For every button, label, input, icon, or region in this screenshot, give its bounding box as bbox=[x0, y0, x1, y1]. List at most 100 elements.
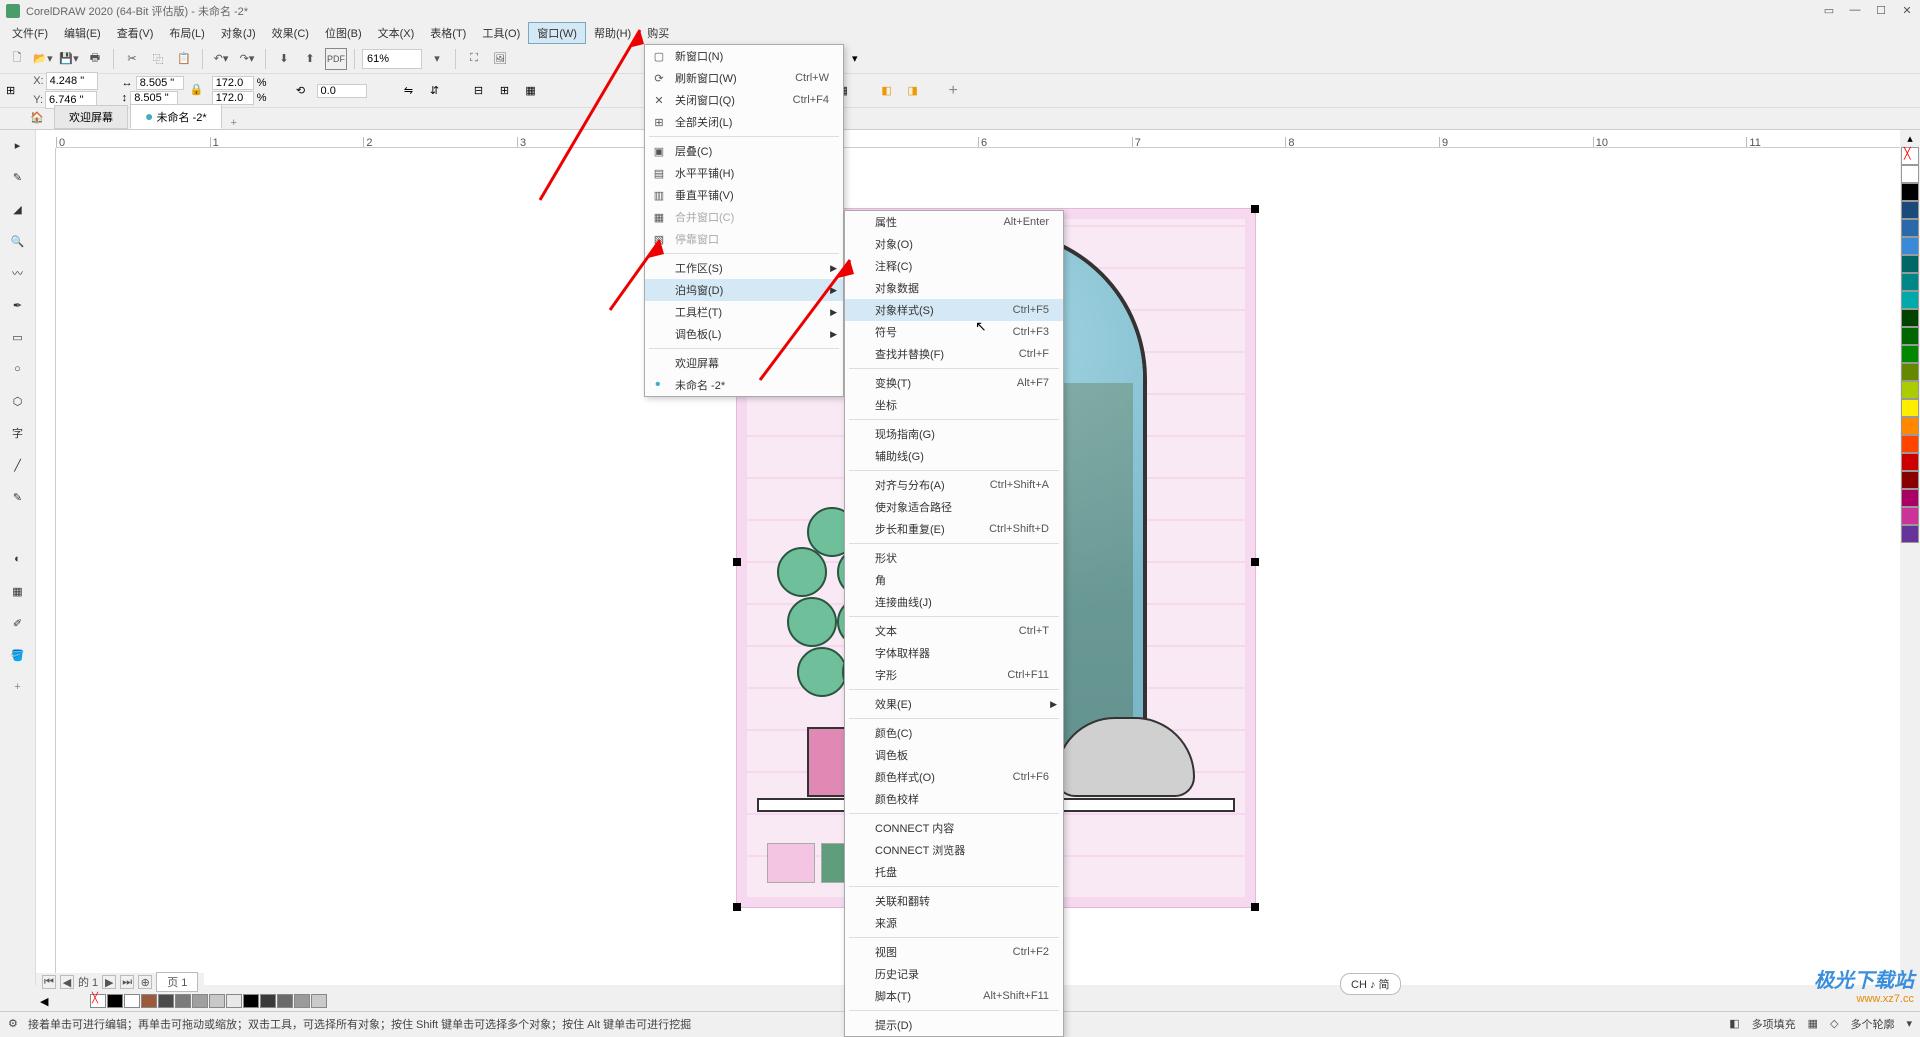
menu-item[interactable]: CONNECT 浏览器 bbox=[845, 839, 1063, 861]
selection-handle[interactable] bbox=[733, 558, 741, 566]
color-swatch[interactable] bbox=[1901, 273, 1919, 291]
menu-item[interactable]: ✕关闭窗口(Q)Ctrl+F4 bbox=[645, 89, 843, 111]
selection-handle[interactable] bbox=[733, 903, 741, 911]
menu-item[interactable]: 颜色样式(O)Ctrl+F6 bbox=[845, 766, 1063, 788]
menu-item[interactable]: 对齐与分布(A)Ctrl+Shift+A bbox=[845, 474, 1063, 496]
pick-tool-icon[interactable]: ▸ bbox=[7, 134, 29, 156]
menu-4[interactable]: 对象(J) bbox=[213, 23, 264, 43]
width-input[interactable] bbox=[136, 76, 184, 90]
color-swatch[interactable] bbox=[294, 994, 310, 1008]
menu-item[interactable]: 关联和翻转 bbox=[845, 890, 1063, 912]
selection-handle[interactable] bbox=[1251, 903, 1259, 911]
selection-handle[interactable] bbox=[1251, 558, 1259, 566]
redo-icon[interactable]: ↷▾ bbox=[236, 48, 258, 70]
color-swatch[interactable] bbox=[141, 994, 157, 1008]
menu-item[interactable]: 提示(D) bbox=[845, 1014, 1063, 1036]
tab-document[interactable]: ● 未命名 -2* bbox=[130, 104, 222, 129]
color-swatch[interactable] bbox=[1901, 489, 1919, 507]
menu-item[interactable]: 脚本(T)Alt+Shift+F11 bbox=[845, 985, 1063, 1007]
page-add-icon[interactable]: ⊕ bbox=[138, 975, 152, 989]
menu-item[interactable]: 来源 bbox=[845, 912, 1063, 934]
menu-item[interactable]: 颜色校样 bbox=[845, 788, 1063, 810]
add-toolbar-icon[interactable]: + bbox=[949, 82, 958, 100]
menu-item[interactable]: ▢新窗口(N) bbox=[645, 45, 843, 67]
menu-9[interactable]: 工具(O) bbox=[474, 23, 528, 43]
ungroup-icon[interactable]: ⊟ bbox=[469, 81, 489, 101]
menu-5[interactable]: 效果(C) bbox=[264, 23, 317, 43]
fullscreen-icon[interactable]: ⛶ bbox=[463, 48, 485, 70]
dropper-tool-icon[interactable]: ✎ bbox=[7, 486, 29, 508]
rotation-input[interactable] bbox=[317, 84, 367, 98]
menu-item[interactable]: 文本Ctrl+T bbox=[845, 620, 1063, 642]
color-swatch[interactable] bbox=[243, 994, 259, 1008]
color-swatch[interactable] bbox=[311, 994, 327, 1008]
print-icon[interactable]: 🖶 bbox=[84, 48, 106, 70]
outline-menu-icon[interactable]: ▾ bbox=[1906, 1017, 1912, 1030]
text-tool-icon[interactable]: 字 bbox=[7, 422, 29, 444]
rectangle-tool-icon[interactable]: ▭ bbox=[7, 326, 29, 348]
menu-item[interactable]: 属性Alt+Enter bbox=[845, 211, 1063, 233]
color-swatch[interactable] bbox=[226, 994, 242, 1008]
undo-icon[interactable]: ↶▾ bbox=[210, 48, 232, 70]
menu-item[interactable]: 辅助线(G) bbox=[845, 445, 1063, 467]
tab-add-button[interactable]: + bbox=[224, 117, 244, 129]
image-icon[interactable]: 🖼 bbox=[489, 48, 511, 70]
export-icon[interactable]: ⬆ bbox=[299, 48, 321, 70]
mirror-h-icon[interactable]: ⇋ bbox=[399, 81, 419, 101]
color-swatch[interactable] bbox=[1901, 381, 1919, 399]
freehand-tool-icon[interactable]: 〰 bbox=[7, 262, 29, 284]
pdf-icon[interactable]: PDF bbox=[325, 48, 347, 70]
tab-welcome[interactable]: 欢迎屏幕 bbox=[54, 105, 128, 129]
menu-item[interactable]: 步长和重复(E)Ctrl+Shift+D bbox=[845, 518, 1063, 540]
polygon-tool-icon[interactable]: ⬡ bbox=[7, 390, 29, 412]
menu-item[interactable]: 对象数据 bbox=[845, 277, 1063, 299]
menu-2[interactable]: 查看(V) bbox=[109, 23, 162, 43]
align-icon[interactable]: ▦ bbox=[521, 81, 541, 101]
page-tab[interactable]: 页 1 bbox=[156, 972, 198, 992]
color-swatch[interactable] bbox=[1901, 345, 1919, 363]
scale-y-input[interactable] bbox=[212, 91, 254, 105]
color-swatch[interactable] bbox=[1901, 471, 1919, 489]
fill-menu-icon[interactable]: ▦ bbox=[1808, 1017, 1818, 1030]
menu-item[interactable]: 形状 bbox=[845, 547, 1063, 569]
color-swatch[interactable] bbox=[1901, 399, 1919, 417]
color-swatch[interactable] bbox=[1901, 417, 1919, 435]
color-swatch[interactable] bbox=[175, 994, 191, 1008]
page-first-icon[interactable]: ⏮ bbox=[42, 975, 56, 989]
line-tool-icon[interactable]: ╱ bbox=[7, 454, 29, 476]
height-input[interactable] bbox=[130, 91, 178, 105]
ellipse-tool-icon[interactable]: ○ bbox=[7, 358, 29, 380]
menu-item[interactable]: 视图Ctrl+F2 bbox=[845, 941, 1063, 963]
color-swatch[interactable] bbox=[209, 994, 225, 1008]
transparency-tool-icon[interactable]: ▦ bbox=[7, 580, 29, 602]
minimize-button[interactable]: — bbox=[1846, 2, 1864, 18]
menu-item[interactable]: 变换(T)Alt+F7 bbox=[845, 372, 1063, 394]
fill-tool-icon[interactable]: 🪣 bbox=[7, 644, 29, 666]
save-icon[interactable]: 💾▾ bbox=[58, 48, 80, 70]
menu-item[interactable]: 现场指南(G) bbox=[845, 423, 1063, 445]
color-swatch[interactable] bbox=[1901, 309, 1919, 327]
color-swatch[interactable] bbox=[1901, 435, 1919, 453]
zoom-tool-icon[interactable]: 🔍 bbox=[7, 230, 29, 252]
color-swatch[interactable] bbox=[277, 994, 293, 1008]
color-swatch[interactable] bbox=[1901, 255, 1919, 273]
menu-item[interactable]: ▣层叠(C) bbox=[645, 140, 843, 162]
page-next-icon[interactable]: ▶ bbox=[102, 975, 116, 989]
no-fill-swatch[interactable]: ╳ bbox=[90, 994, 106, 1008]
menu-item[interactable]: 托盘 bbox=[845, 861, 1063, 883]
close-button[interactable]: ✕ bbox=[1898, 2, 1916, 18]
menu-item[interactable]: 连接曲线(J) bbox=[845, 591, 1063, 613]
color-swatch[interactable] bbox=[1901, 183, 1919, 201]
group-icon[interactable]: ⊞ bbox=[495, 81, 515, 101]
menu-6[interactable]: 位图(B) bbox=[317, 23, 370, 43]
shadow-tool-icon[interactable]: ◐ bbox=[7, 548, 29, 570]
color-swatch[interactable] bbox=[1901, 327, 1919, 345]
order-back-icon[interactable]: ◨ bbox=[903, 81, 923, 101]
menu-0[interactable]: 文件(F) bbox=[4, 23, 56, 43]
shape-tool-icon[interactable]: ✎ bbox=[7, 166, 29, 188]
menu-item[interactable]: 符号Ctrl+F3 bbox=[845, 321, 1063, 343]
menu-item[interactable]: 对象(O) bbox=[845, 233, 1063, 255]
menu-7[interactable]: 文本(X) bbox=[370, 23, 423, 43]
menu-3[interactable]: 布局(L) bbox=[161, 23, 212, 43]
color-swatch[interactable] bbox=[260, 994, 276, 1008]
